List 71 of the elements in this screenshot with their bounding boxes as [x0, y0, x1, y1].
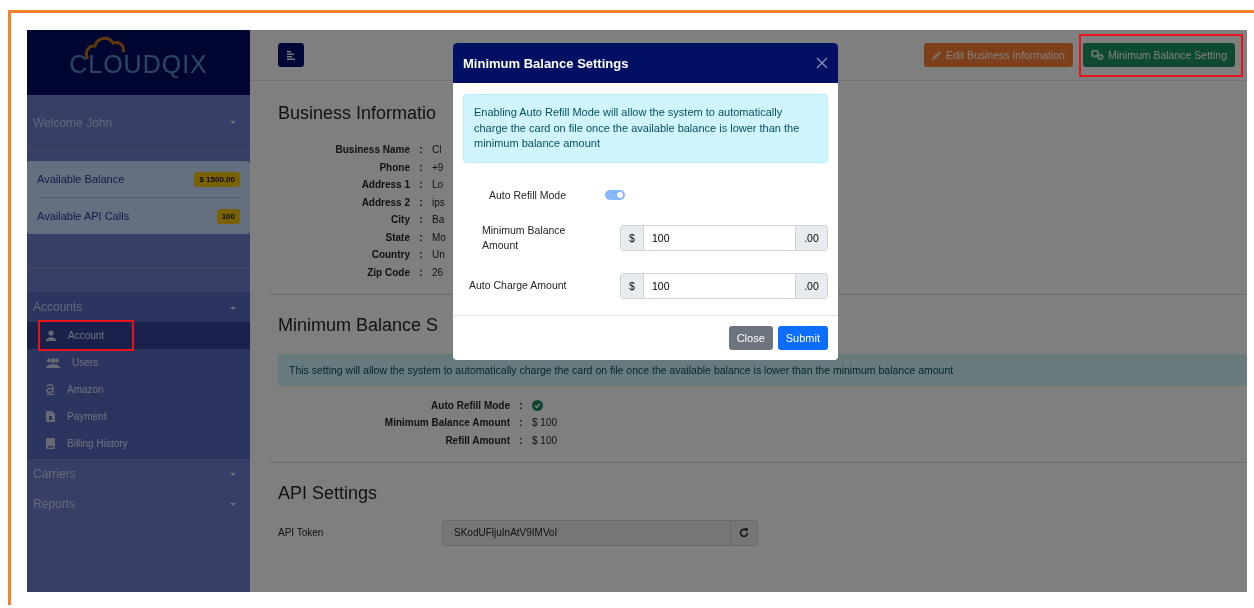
field-value: Mo [432, 231, 446, 243]
amazon-icon [46, 384, 55, 395]
field-value: Ba [432, 214, 446, 225]
nav-item[interactable]: Amazon [27, 376, 250, 403]
colon: : [418, 214, 424, 225]
nav-item[interactable]: Users [27, 349, 250, 376]
field-value: 26 [432, 266, 445, 278]
modal-title: Minimum Balance Settings [463, 55, 629, 71]
colon: : [518, 434, 524, 446]
cents-addon: .00 [795, 225, 827, 250]
field-value: Lo [432, 179, 445, 190]
currency-addon: $ [621, 273, 643, 298]
field-label: Minimum Balance Amount [383, 417, 510, 428]
nav-section[interactable]: Accounts [27, 292, 250, 322]
colon: : [418, 179, 424, 190]
pencil-icon [931, 50, 942, 60]
book-icon [46, 438, 55, 449]
settings-button[interactable]: Minimum Balance Setting [1082, 43, 1235, 67]
field-label: Country [370, 249, 410, 260]
section-heading: API Settings [278, 482, 378, 504]
info-alert: This setting will allow the system to automatically charge the card on file once the available balance is lower than the minimum balance amount [278, 353, 1247, 386]
stat-badge: $ 1500.00 [194, 171, 240, 187]
field-label: Address 1 [360, 179, 410, 190]
colon: : [418, 161, 424, 173]
colon: : [418, 196, 424, 208]
user-icon [46, 330, 56, 341]
cents-addon: .00 [795, 273, 827, 298]
close-icon[interactable] [816, 57, 828, 69]
field-label: Auto Refill Mode [488, 187, 568, 203]
field-label: Auto Refill Mode [430, 399, 510, 411]
field-label: State [384, 231, 410, 243]
field-label: Auto Charge Amount [468, 278, 568, 293]
field-value: Cl [432, 144, 443, 155]
gears-icon [1090, 50, 1104, 60]
colon: : [418, 144, 424, 155]
stat-label: Available API Calls [37, 210, 130, 222]
menu-button[interactable] [278, 43, 304, 67]
field-label: API Token [278, 527, 325, 538]
colon: : [418, 231, 424, 243]
nav-item[interactable]: Payment [27, 403, 250, 430]
toggle-switch[interactable] [605, 190, 625, 200]
nav-item[interactable]: Account [27, 322, 250, 349]
field-label: Address 2 [360, 196, 410, 208]
field-label: Zip Code [366, 266, 410, 278]
currency-addon: $ [621, 225, 643, 250]
field-value: Un [432, 249, 446, 260]
field-value: +9 [432, 161, 445, 173]
section-heading: Business Informatio [278, 103, 437, 124]
info-alert: Enabling Auto Refill Mode will allow the system to automatically charge the card on file once the available balance is lower than the minimum balance amount [463, 94, 828, 163]
colon: : [418, 249, 424, 260]
field-label: Minimum Balance Amount [481, 222, 567, 253]
refresh-icon [739, 527, 749, 538]
colon: : [518, 399, 524, 411]
section-heading: Minimum Balance S [278, 314, 439, 336]
close-button[interactable]: Close [728, 326, 773, 350]
menu-icon [286, 50, 296, 60]
colon: : [418, 266, 424, 278]
edit-button[interactable]: Edit Business Information [923, 43, 1073, 67]
field-label: Phone [378, 161, 410, 173]
submit-button[interactable]: Submit [777, 326, 828, 350]
nav-item[interactable]: Billing History [27, 430, 250, 457]
users-icon [46, 357, 60, 368]
stat-badge: 100 [216, 208, 240, 224]
invoice-icon [46, 411, 55, 422]
colon: : [518, 417, 524, 428]
logo-text: CLOUDQIX [69, 50, 208, 79]
token-field[interactable]: SKodUFljuInAtV9IMVoI [442, 519, 758, 546]
field-label: Refill Amount [444, 434, 510, 446]
stat-label: Available Balance [37, 173, 125, 185]
field-label: Business Name [334, 144, 410, 155]
field-label: City [390, 214, 410, 225]
